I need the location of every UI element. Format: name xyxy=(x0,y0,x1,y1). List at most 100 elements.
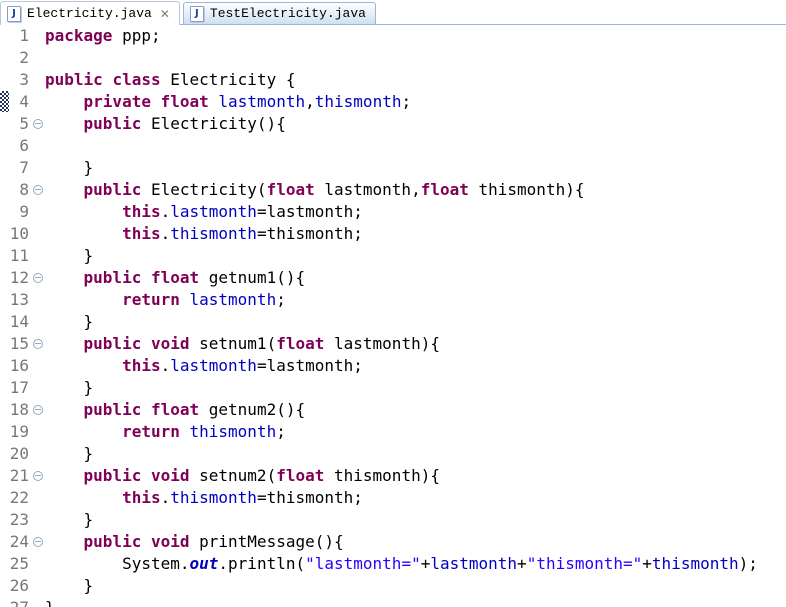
code-line[interactable]: 23 } xyxy=(0,509,786,531)
code-line[interactable]: 7 } xyxy=(0,157,786,179)
line-number: 12 xyxy=(9,268,29,287)
range-indicator-marker xyxy=(0,91,9,112)
fold-ruler-cell xyxy=(30,267,45,289)
line-number: 14 xyxy=(9,312,29,331)
code-line[interactable]: 9 this.lastmonth=lastmonth; xyxy=(0,201,786,223)
code-line-text[interactable]: public Electricity(float lastmonth,float… xyxy=(45,179,786,201)
tab-testelectricity-java[interactable]: J TestElectricity.java xyxy=(182,2,376,24)
code-line[interactable]: 6 xyxy=(0,135,786,157)
line-number: 21 xyxy=(9,466,29,485)
annotation-ruler-cell xyxy=(0,487,9,509)
annotation-ruler-cell xyxy=(0,509,9,531)
code-lines: 1 package ppp; 2 3 public class Electricity … xyxy=(0,25,786,607)
fold-collapse-icon[interactable] xyxy=(32,119,43,129)
annotation-ruler-cell xyxy=(0,531,9,553)
line-number: 16 xyxy=(9,356,29,375)
code-line-text[interactable]: return lastmonth; xyxy=(45,289,786,311)
code-line-text[interactable] xyxy=(45,47,786,69)
annotation-ruler-cell xyxy=(0,25,9,47)
fold-collapse-icon[interactable] xyxy=(32,273,43,283)
fold-ruler-cell xyxy=(30,245,45,267)
close-tab-icon[interactable]: ✕ xyxy=(160,8,170,20)
fold-ruler-cell xyxy=(30,311,45,333)
code-line-text[interactable]: } xyxy=(45,157,786,179)
code-line-text[interactable]: return thismonth; xyxy=(45,421,786,443)
code-line-text[interactable]: public float getnum1(){ xyxy=(45,267,786,289)
code-line[interactable]: 19 return thismonth; xyxy=(0,421,786,443)
fold-collapse-icon[interactable] xyxy=(32,339,43,349)
code-line[interactable]: 13 return lastmonth; xyxy=(0,289,786,311)
code-line[interactable]: 5 public Electricity(){ xyxy=(0,113,786,135)
code-line[interactable]: 4 private float lastmonth,thismonth; xyxy=(0,91,786,113)
code-line-text[interactable]: } xyxy=(45,377,786,399)
fold-ruler-cell xyxy=(30,531,45,553)
line-number: 19 xyxy=(9,422,29,441)
code-line-text[interactable]: } xyxy=(45,311,786,333)
code-line[interactable]: 16 this.lastmonth=lastmonth; xyxy=(0,355,786,377)
code-line-text[interactable]: } xyxy=(45,443,786,465)
annotation-ruler-cell xyxy=(0,179,9,201)
code-line-text[interactable]: public void printMessage(){ xyxy=(45,531,786,553)
code-line[interactable]: 26 } xyxy=(0,575,786,597)
fold-collapse-icon[interactable] xyxy=(32,471,43,481)
code-line-text[interactable]: this.thismonth=thismonth; xyxy=(45,223,786,245)
code-line-text[interactable]: } xyxy=(45,597,786,607)
code-line[interactable]: 22 this.thismonth=thismonth; xyxy=(0,487,786,509)
code-line[interactable]: 25 System.out.println("lastmonth="+lastm… xyxy=(0,553,786,575)
java-file-icon: J xyxy=(189,5,204,22)
code-line-text[interactable]: this.lastmonth=lastmonth; xyxy=(45,355,786,377)
line-number: 10 xyxy=(9,224,29,243)
line-number: 24 xyxy=(9,532,29,551)
fold-collapse-icon[interactable] xyxy=(32,405,43,415)
line-number: 18 xyxy=(9,400,29,419)
line-number: 22 xyxy=(9,488,29,507)
code-line-text[interactable]: } xyxy=(45,509,786,531)
line-number: 8 xyxy=(19,180,29,199)
code-line[interactable]: 2 xyxy=(0,47,786,69)
code-line-text[interactable] xyxy=(45,135,786,157)
code-line-text[interactable]: this.lastmonth=lastmonth; xyxy=(45,201,786,223)
code-line-text[interactable]: public void setnum2(float thismonth){ xyxy=(45,465,786,487)
code-line[interactable]: 3 public class Electricity { xyxy=(0,69,786,91)
code-line[interactable]: 18 public float getnum2(){ xyxy=(0,399,786,421)
tab-label: TestElectricity.java xyxy=(209,6,366,21)
code-line[interactable]: 21 public void setnum2(float thismonth){ xyxy=(0,465,786,487)
fold-collapse-icon[interactable] xyxy=(32,537,43,547)
fold-ruler-cell xyxy=(30,553,45,575)
tab-electricity-java[interactable]: J Electricity.java ✕ xyxy=(0,1,180,25)
code-line[interactable]: 14 } xyxy=(0,311,786,333)
code-line[interactable]: 15 public void setnum1(float lastmonth){ xyxy=(0,333,786,355)
code-line-text[interactable]: } xyxy=(45,245,786,267)
fold-collapse-icon[interactable] xyxy=(32,185,43,195)
annotation-ruler-cell xyxy=(0,465,9,487)
code-line-text[interactable]: public Electricity(){ xyxy=(45,113,786,135)
editor-tab-bar: J Electricity.java ✕ J TestElectricity.j… xyxy=(0,0,786,25)
code-line-text[interactable]: System.out.println("lastmonth="+lastmont… xyxy=(45,553,786,575)
code-line-text[interactable]: public float getnum2(){ xyxy=(45,399,786,421)
code-line-text[interactable]: public class Electricity { xyxy=(45,69,786,91)
code-line-text[interactable]: this.thismonth=thismonth; xyxy=(45,487,786,509)
code-line[interactable]: 17 } xyxy=(0,377,786,399)
code-line[interactable]: 24 public void printMessage(){ xyxy=(0,531,786,553)
code-line[interactable]: 27} xyxy=(0,597,786,607)
code-line-text[interactable]: private float lastmonth,thismonth; xyxy=(45,91,786,113)
code-line[interactable]: 12 public float getnum1(){ xyxy=(0,267,786,289)
code-line[interactable]: 11 } xyxy=(0,245,786,267)
code-line[interactable]: 8 public Electricity(float lastmonth,flo… xyxy=(0,179,786,201)
fold-ruler-cell xyxy=(30,201,45,223)
fold-ruler-cell xyxy=(30,355,45,377)
line-number: 6 xyxy=(19,136,29,155)
fold-ruler-cell xyxy=(30,179,45,201)
code-line[interactable]: 20 } xyxy=(0,443,786,465)
annotation-ruler-cell xyxy=(0,47,9,69)
fold-ruler-cell xyxy=(30,91,45,113)
code-line-text[interactable]: package ppp; xyxy=(45,25,786,47)
line-number: 25 xyxy=(9,554,29,573)
code-line[interactable]: 10 this.thismonth=thismonth; xyxy=(0,223,786,245)
code-line[interactable]: 1 package ppp; xyxy=(0,25,786,47)
annotation-ruler-cell xyxy=(0,69,9,91)
annotation-ruler-cell xyxy=(0,91,9,113)
annotation-ruler-cell xyxy=(0,113,9,135)
code-line-text[interactable]: public void setnum1(float lastmonth){ xyxy=(45,333,786,355)
code-line-text[interactable]: } xyxy=(45,575,786,597)
